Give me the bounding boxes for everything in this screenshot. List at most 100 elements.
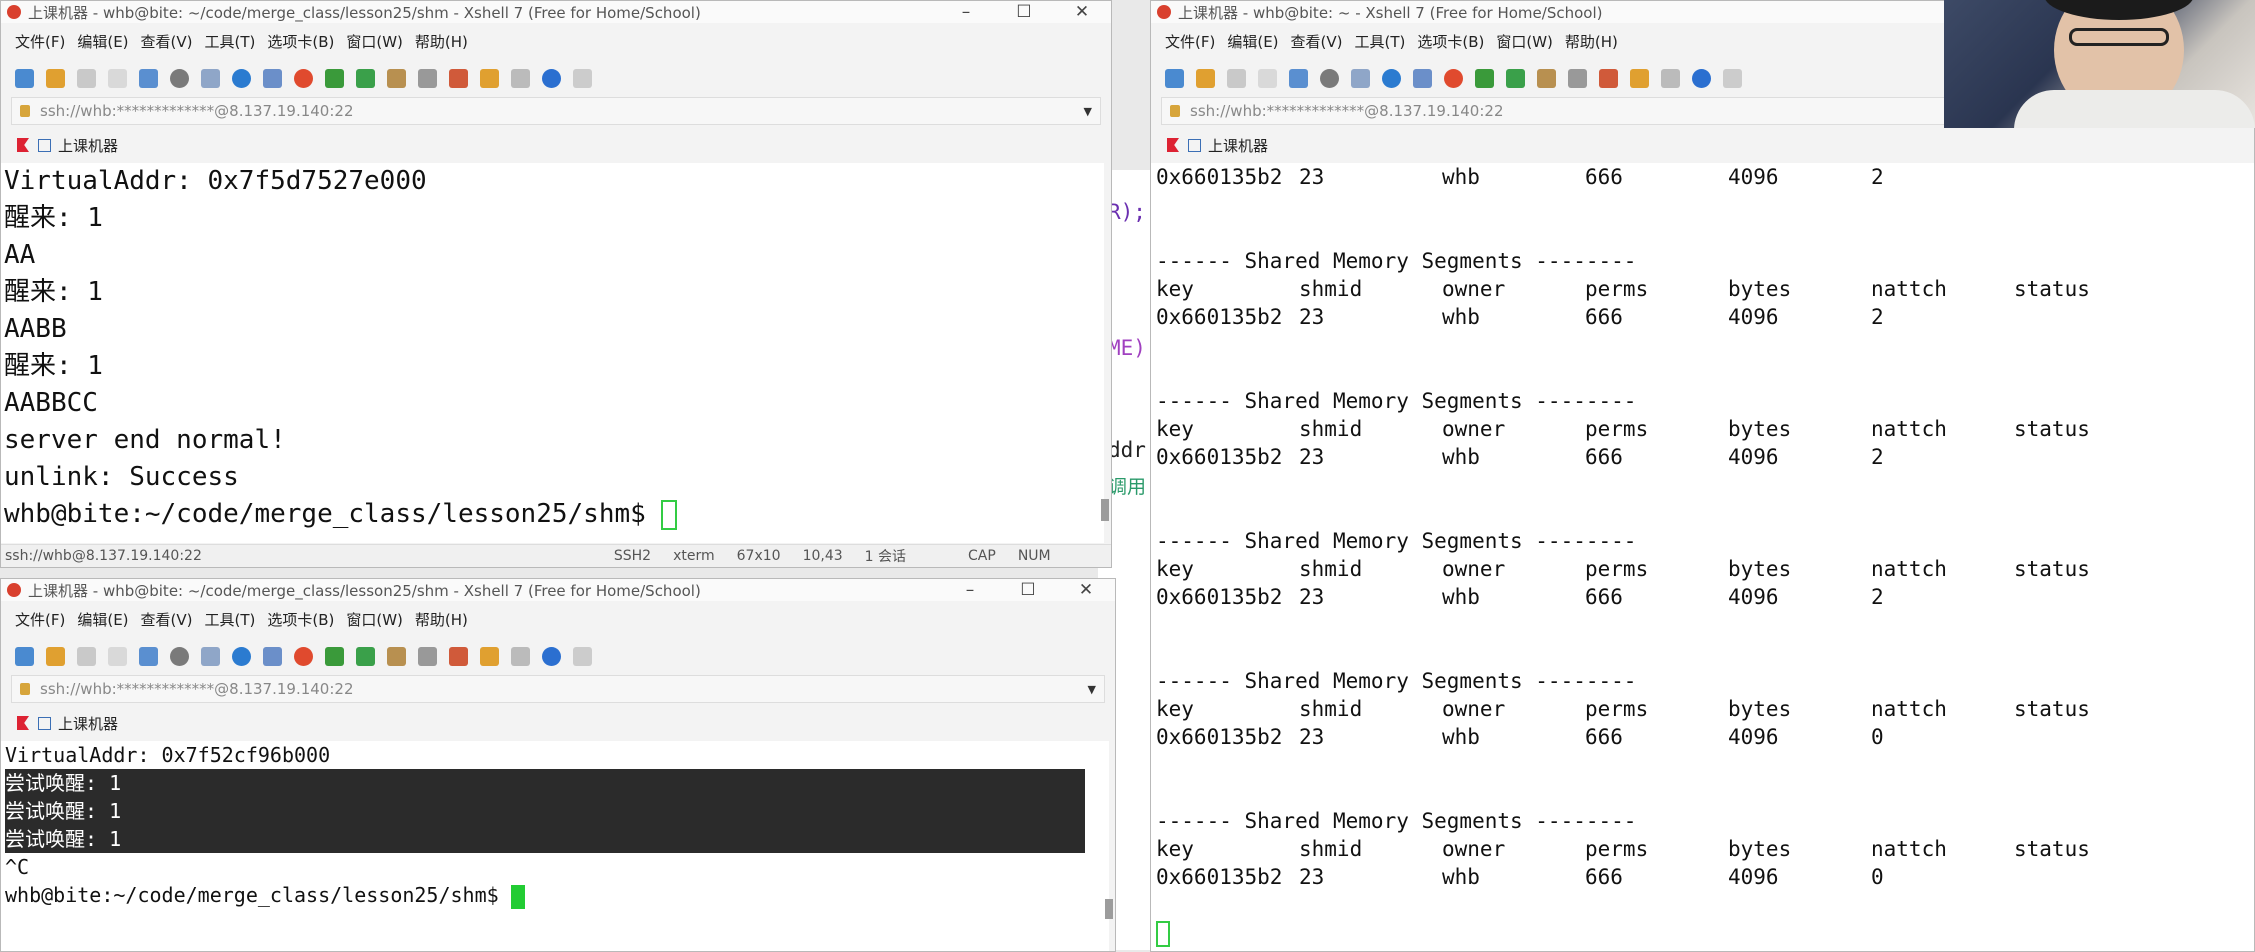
menu-tools[interactable]: 工具(T) (205, 609, 256, 630)
fullscreen-icon[interactable] (356, 68, 375, 88)
new-session-icon[interactable] (1165, 68, 1184, 88)
search-icon[interactable] (170, 68, 189, 88)
session-tab-label[interactable]: 上课机器 (1208, 135, 1268, 156)
xshell-window-client[interactable]: 上课机器 - whb@bite: ~/code/merge_class/less… (0, 578, 1116, 952)
address-bar[interactable]: ssh://whb:*************@8.137.19.140:22 (1161, 97, 2034, 125)
script-icon[interactable] (480, 646, 499, 666)
keyboard-icon[interactable] (418, 646, 437, 666)
search-icon[interactable] (1320, 68, 1339, 88)
script-icon[interactable] (1630, 68, 1649, 88)
xftp-icon[interactable] (325, 646, 344, 666)
close-button[interactable]: ✕ (1057, 579, 1115, 601)
chat-icon[interactable] (1723, 68, 1742, 88)
menu-window[interactable]: 窗口(W) (1496, 31, 1553, 52)
menu-view[interactable]: 查看(V) (141, 31, 193, 52)
print-icon[interactable] (201, 646, 220, 666)
print-icon[interactable] (1351, 68, 1370, 88)
close-button[interactable]: ✕ (1053, 1, 1111, 23)
xshell-window-server[interactable]: 上课机器 - whb@bite: ~/code/merge_class/less… (0, 0, 1112, 568)
bookmark-icon[interactable] (17, 716, 29, 730)
menu-file[interactable]: 文件(F) (15, 609, 65, 630)
help-icon[interactable] (542, 68, 561, 88)
scrollbar[interactable] (1101, 499, 1109, 521)
lock-icon[interactable] (1537, 68, 1556, 88)
bookmark-icon[interactable] (17, 138, 29, 152)
minimize-button[interactable]: – (937, 1, 995, 23)
menu-tabs[interactable]: 选项卡(B) (1417, 31, 1484, 52)
chat-icon[interactable] (573, 646, 592, 666)
menu-window[interactable]: 窗口(W) (346, 609, 403, 630)
menu-tools[interactable]: 工具(T) (205, 31, 256, 52)
xshell-logo-icon[interactable] (294, 646, 313, 666)
xftp-icon[interactable] (325, 68, 344, 88)
script-icon[interactable] (480, 68, 499, 88)
menu-edit[interactable]: 编辑(E) (77, 31, 128, 52)
layout-icon[interactable] (1661, 68, 1680, 88)
lock-icon[interactable] (387, 646, 406, 666)
session-tab-label[interactable]: 上课机器 (58, 713, 118, 734)
session-tab-label[interactable]: 上课机器 (58, 135, 118, 156)
pen-icon[interactable] (1599, 68, 1618, 88)
font-icon[interactable] (1413, 68, 1432, 88)
pen-icon[interactable] (449, 68, 468, 88)
lock-icon[interactable] (387, 68, 406, 88)
fullscreen-icon[interactable] (356, 646, 375, 666)
menu-help[interactable]: 帮助(H) (1565, 31, 1618, 52)
new-session-icon[interactable] (15, 646, 34, 666)
menu-view[interactable]: 查看(V) (1291, 31, 1343, 52)
help-icon[interactable] (1692, 68, 1711, 88)
properties-icon[interactable] (139, 68, 158, 88)
menu-tabs[interactable]: 选项卡(B) (267, 31, 334, 52)
chevron-down-icon[interactable]: ▼ (1088, 683, 1096, 696)
menu-file[interactable]: 文件(F) (15, 31, 65, 52)
xftp-icon[interactable] (1475, 68, 1494, 88)
title-bar[interactable]: 上课机器 - whb@bite: ~/code/merge_class/less… (1, 1, 1111, 23)
menu-tabs[interactable]: 选项卡(B) (267, 609, 334, 630)
properties-icon[interactable] (1289, 68, 1308, 88)
maximize-button[interactable]: ☐ (995, 1, 1053, 23)
terminal-output[interactable]: VirtualAddr: 0x7f5d7527e000 醒来: 1 AA 醒来:… (1, 163, 1104, 543)
unlink-icon[interactable] (108, 68, 127, 88)
fullscreen-icon[interactable] (1506, 68, 1525, 88)
chat-icon[interactable] (573, 68, 592, 88)
terminal-output[interactable]: VirtualAddr: 0x7f52cf96b000 尝试唤醒: 1 尝试唤醒… (1, 741, 1109, 951)
xshell-logo-icon[interactable] (294, 68, 313, 88)
terminal-output[interactable]: 0x660135b2 23 whb 666 4096 2 ------ Shared Mem… (1151, 163, 2254, 951)
font-icon[interactable] (263, 68, 282, 88)
layout-icon[interactable] (511, 646, 530, 666)
menu-view[interactable]: 查看(V) (141, 609, 193, 630)
link-icon[interactable] (1227, 68, 1246, 88)
chevron-down-icon[interactable]: ▼ (1084, 105, 1092, 118)
globe-icon[interactable] (1382, 68, 1401, 88)
unlink-icon[interactable] (108, 646, 127, 666)
font-icon[interactable] (263, 646, 282, 666)
link-icon[interactable] (77, 68, 96, 88)
address-bar[interactable]: ssh://whb:*************@8.137.19.140:22 … (11, 675, 1105, 703)
scrollbar[interactable] (1105, 899, 1113, 919)
menu-tools[interactable]: 工具(T) (1355, 31, 1406, 52)
menu-window[interactable]: 窗口(W) (346, 31, 403, 52)
title-bar[interactable]: 上课机器 - whb@bite: ~/code/merge_class/less… (1, 579, 1115, 601)
open-folder-icon[interactable] (46, 646, 65, 666)
address-bar[interactable]: ssh://whb:*************@8.137.19.140:22 … (11, 97, 1101, 125)
link-icon[interactable] (77, 646, 96, 666)
help-icon[interactable] (542, 646, 561, 666)
layout-icon[interactable] (511, 68, 530, 88)
menu-help[interactable]: 帮助(H) (415, 31, 468, 52)
menu-edit[interactable]: 编辑(E) (1227, 31, 1278, 52)
unlink-icon[interactable] (1258, 68, 1277, 88)
pen-icon[interactable] (449, 646, 468, 666)
keyboard-icon[interactable] (1568, 68, 1587, 88)
maximize-button[interactable]: ☐ (999, 579, 1057, 601)
menu-help[interactable]: 帮助(H) (415, 609, 468, 630)
open-folder-icon[interactable] (1196, 68, 1215, 88)
properties-icon[interactable] (139, 646, 158, 666)
bookmark-icon[interactable] (1167, 138, 1179, 152)
minimize-button[interactable]: – (941, 579, 999, 601)
search-icon[interactable] (170, 646, 189, 666)
xshell-window-monitor[interactable]: 上课机器 - whb@bite: ~ - Xshell 7 (Free for … (1150, 0, 2255, 952)
print-icon[interactable] (201, 68, 220, 88)
open-folder-icon[interactable] (46, 68, 65, 88)
xshell-logo-icon[interactable] (1444, 68, 1463, 88)
menu-edit[interactable]: 编辑(E) (77, 609, 128, 630)
